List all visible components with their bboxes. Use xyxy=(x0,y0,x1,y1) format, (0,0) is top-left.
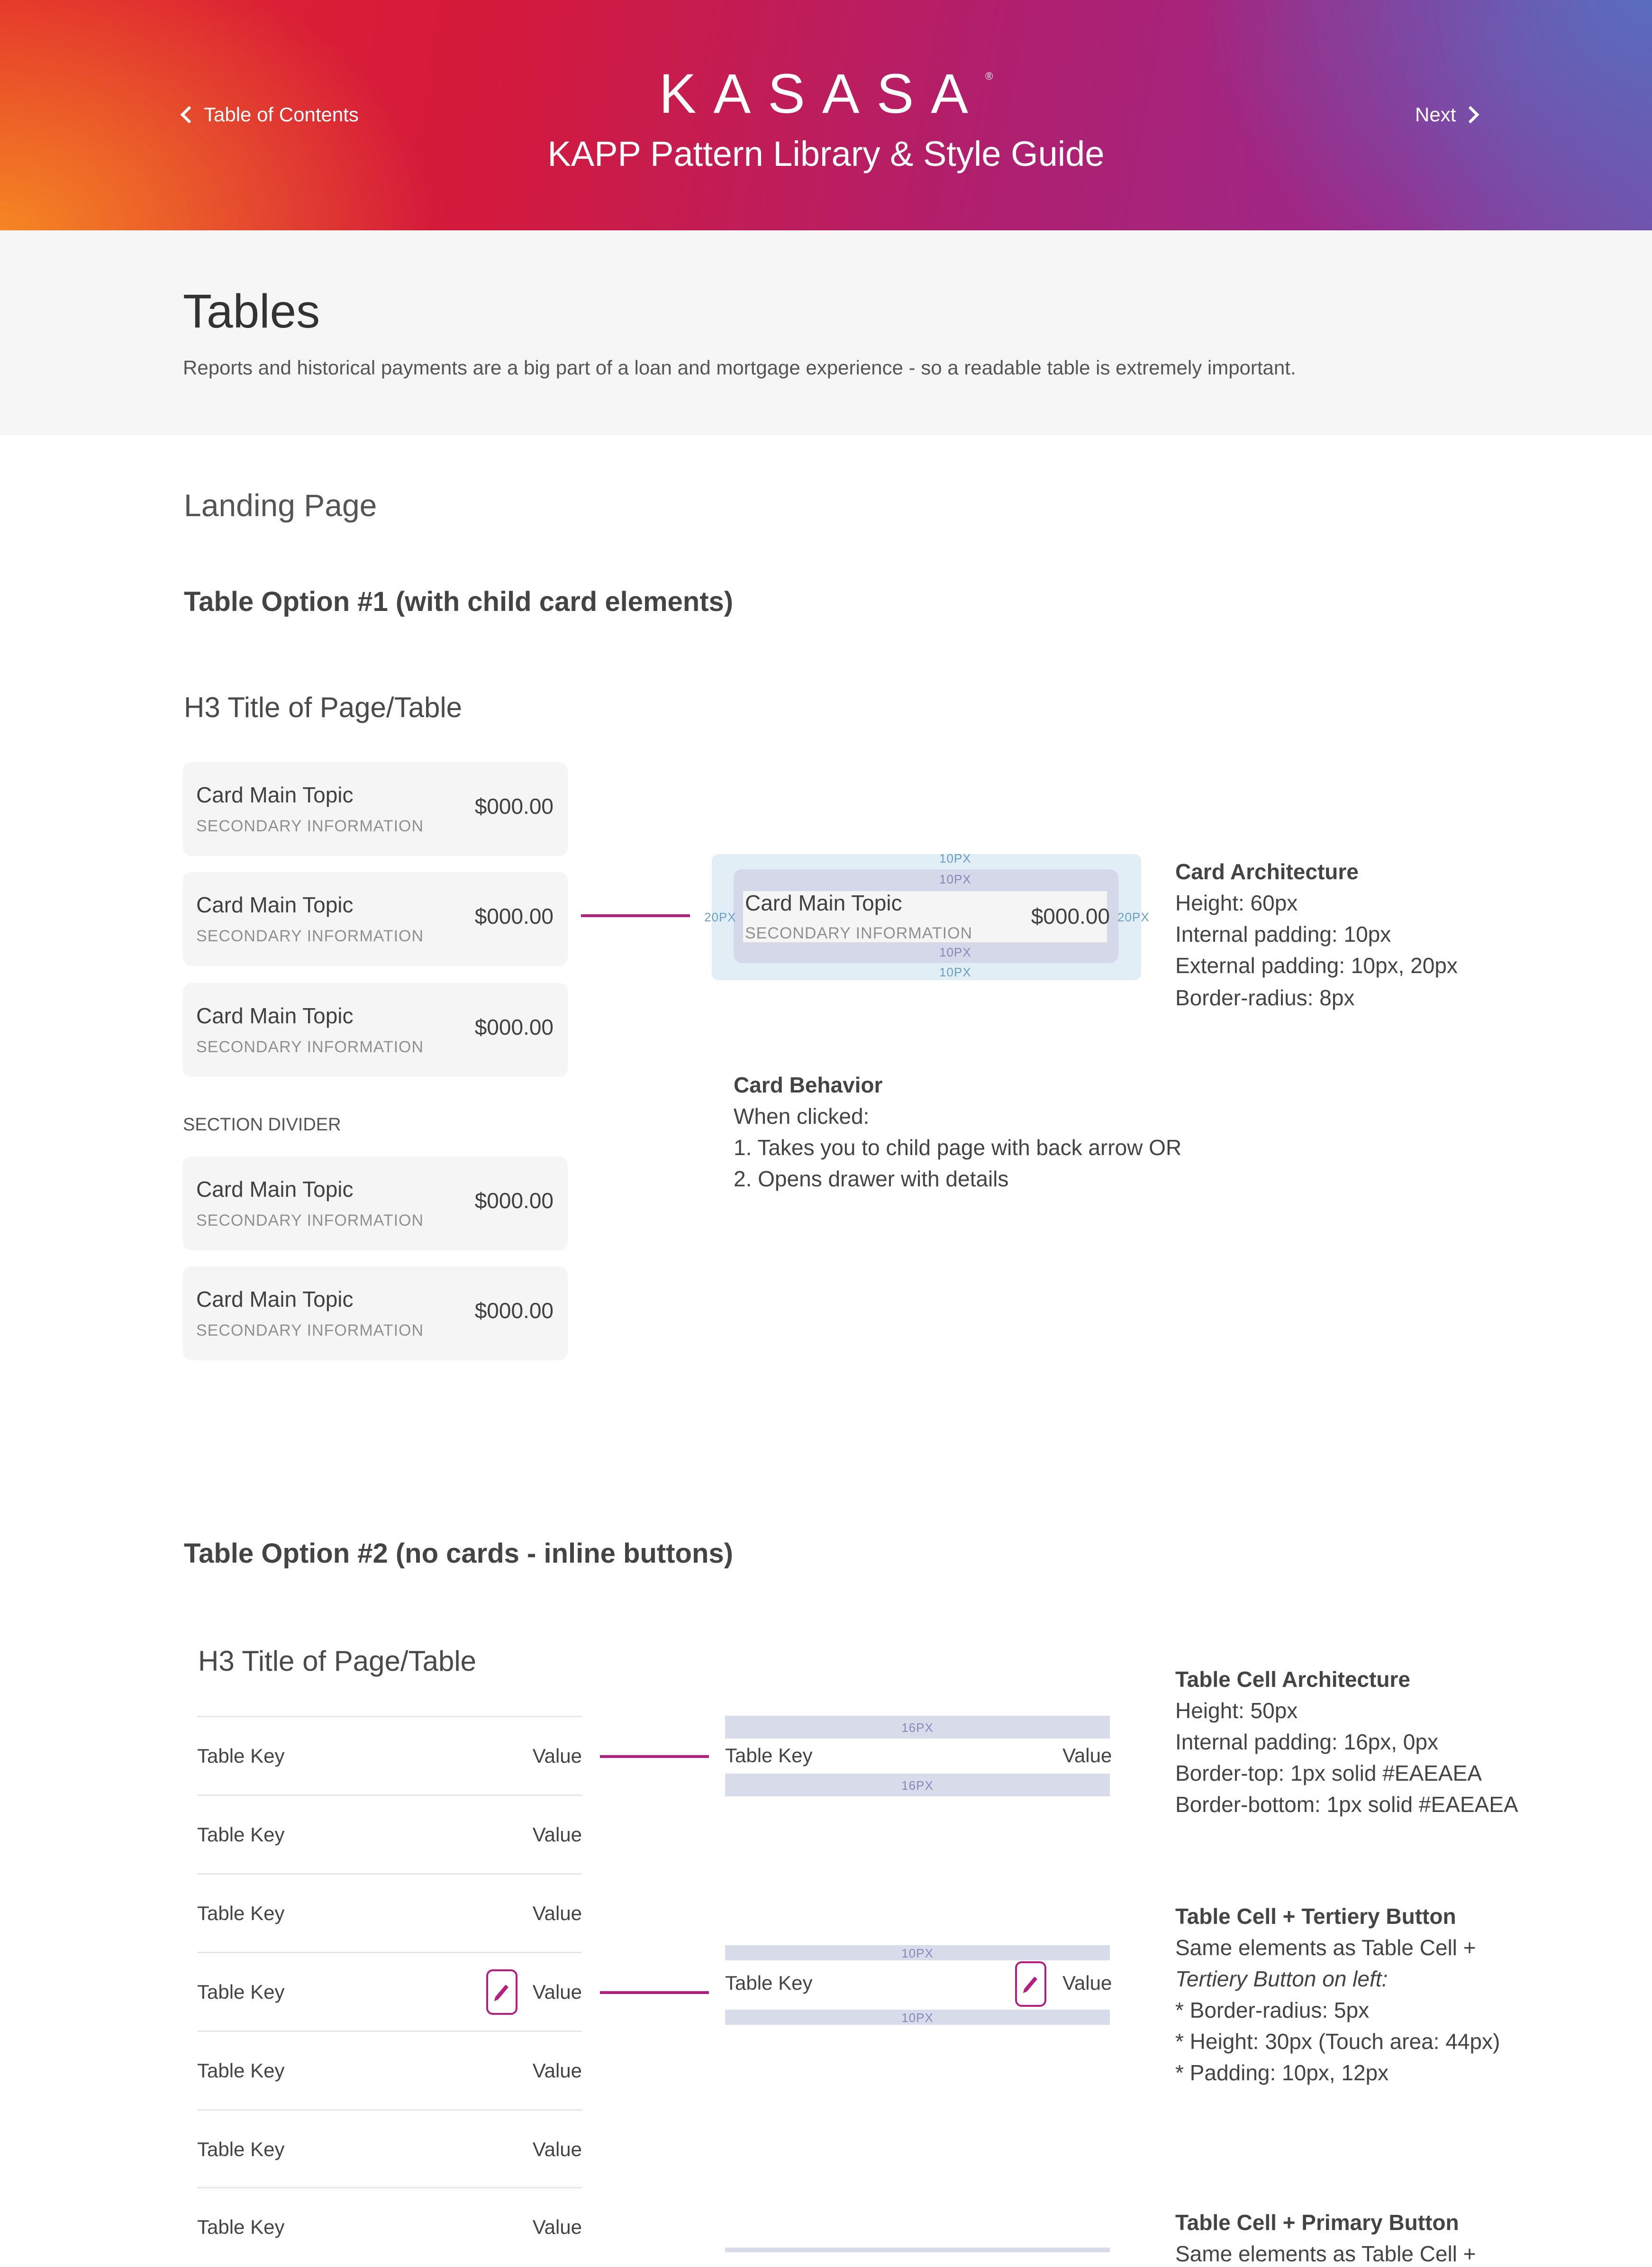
brand-logo: KASASA® xyxy=(659,63,993,125)
pencil-icon xyxy=(1024,1976,1037,1992)
spec-line: * Border-radius: 5px xyxy=(1175,1998,1370,2022)
card[interactable]: Card Main Topic SECONDARY INFORMATION $0… xyxy=(183,1266,568,1360)
external-padding-top-label: 10PX xyxy=(939,851,971,865)
connector-line xyxy=(581,914,690,917)
card-secondary: SECONDARY INFORMATION xyxy=(196,1038,424,1056)
internal-padding-bottom-label: 10PX xyxy=(939,945,971,959)
spec-line: When clicked: xyxy=(734,1104,870,1129)
diagram-table-value: Value xyxy=(1062,1972,1112,1994)
diagram-table-value: Value xyxy=(1062,1744,1112,1766)
table-value: Value xyxy=(532,1823,582,1846)
table-row[interactable]: Table Key Value xyxy=(197,2030,582,2111)
table-key: Table Key xyxy=(197,2138,285,2160)
spec-line: Height: 50px xyxy=(1175,1698,1298,1723)
card-secondary: SECONDARY INFORMATION xyxy=(745,924,973,942)
table-key: Table Key xyxy=(197,2216,285,2238)
spec-line: * Padding: 10px, 12px xyxy=(1175,2060,1389,2085)
table-key: Table Key xyxy=(197,2059,285,2082)
padding-band-top: 16PX xyxy=(725,1716,1110,1739)
spec-line: Border-bottom: 1px solid #EAEAEA xyxy=(1175,1792,1518,1817)
h3-title: H3 Title of Page/Table xyxy=(184,692,463,723)
card-topic: Card Main Topic xyxy=(745,891,902,915)
spec-line: Border-radius: 8px xyxy=(1175,985,1355,1010)
padding-band-bottom: 10PX xyxy=(725,2010,1110,2025)
card-topic: Card Main Topic xyxy=(196,783,354,807)
card-architecture-title: Card Architecture xyxy=(1175,859,1359,884)
table-option-2-heading: Table Option #2 (no cards - inline butto… xyxy=(184,1538,733,1569)
card-amount: $000.00 xyxy=(474,1298,554,1323)
spec-line: Tertiery Button on left: xyxy=(1175,1967,1388,1991)
card-topic: Card Main Topic xyxy=(196,1177,354,1202)
table-option-1-heading: Table Option #1 (with child card element… xyxy=(184,586,734,617)
diagram-table-key: Table Key xyxy=(725,1744,813,1766)
table-value: Value xyxy=(532,2138,582,2160)
table-row[interactable]: Table Key Value xyxy=(197,1794,582,1875)
table-row[interactable]: Table Key Value xyxy=(197,1873,582,1953)
internal-padding-top-label: 10PX xyxy=(939,872,971,886)
card-amount: $000.00 xyxy=(474,904,554,929)
table-row[interactable]: Table Key Value xyxy=(197,1716,582,1796)
card-secondary: SECONDARY INFORMATION xyxy=(196,1211,424,1229)
card[interactable]: Card Main Topic SECONDARY INFORMATION $0… xyxy=(183,762,568,856)
spec-line: Internal padding: 16px, 0px xyxy=(1175,1730,1438,1754)
card[interactable]: Card Main Topic SECONDARY INFORMATION $0… xyxy=(183,1156,568,1250)
h3-title: H3 Title of Page/Table xyxy=(198,1645,477,1677)
table-value: Value xyxy=(532,2059,582,2082)
header-subtitle: KAPP Pattern Library & Style Guide xyxy=(547,134,1105,173)
external-padding-right-label: 20PX xyxy=(1117,910,1150,924)
card-amount: $000.00 xyxy=(474,1015,554,1039)
section-divider: SECTION DIVIDER xyxy=(183,1115,341,1135)
table-value: Value xyxy=(532,2216,582,2238)
tertiary-button-title: Table Cell + Tertiery Button xyxy=(1175,1904,1456,1929)
card-amount: $000.00 xyxy=(474,794,554,819)
card-topic: Card Main Topic xyxy=(196,1287,354,1311)
padding-band-bottom: 16PX xyxy=(725,1774,1110,1796)
diagram-table-key: Table Key xyxy=(725,1972,813,1994)
spec-line: * Height: 30px (Touch area: 44px) xyxy=(1175,2029,1500,2054)
spec-line: Border-top: 1px solid #EAEAEA xyxy=(1175,1761,1482,1785)
card[interactable]: Card Main Topic SECONDARY INFORMATION $0… xyxy=(183,983,568,1077)
card-amount: $000.00 xyxy=(1031,904,1110,929)
table-row[interactable]: Table Key Value xyxy=(197,2187,582,2267)
spec-line: Internal padding: 10px xyxy=(1175,922,1391,947)
table-row[interactable]: Table Key Value xyxy=(197,2109,582,2189)
edit-button[interactable] xyxy=(486,1969,517,2015)
spec-line: 1. Takes you to child page with back arr… xyxy=(734,1135,1182,1160)
table-key: Table Key xyxy=(197,1981,285,2003)
external-padding-left-label: 20PX xyxy=(704,910,736,924)
padding-band-top: 10PX xyxy=(725,1945,1110,1960)
page-title: Tables xyxy=(183,285,320,338)
card[interactable]: Card Main Topic SECONDARY INFORMATION $0… xyxy=(183,872,568,966)
table-key: Table Key xyxy=(197,1902,285,1924)
card-amount: $000.00 xyxy=(474,1188,554,1213)
spec-line: External padding: 10px, 20px xyxy=(1175,953,1458,978)
table-row[interactable]: Table Key Value xyxy=(197,1952,582,2032)
table-key: Table Key xyxy=(197,1745,285,1767)
table-key: Table Key xyxy=(197,1823,285,1846)
connector-line xyxy=(600,1755,709,1758)
table-value: Value xyxy=(532,1902,582,1924)
card-topic: Card Main Topic xyxy=(196,1003,354,1028)
card-secondary: SECONDARY INFORMATION xyxy=(196,927,424,945)
card-content-area: Card Main Topic SECONDARY INFORMATION $0… xyxy=(743,891,1110,942)
card-behavior-title: Card Behavior xyxy=(734,1073,883,1097)
external-padding-bottom-label: 10PX xyxy=(939,965,971,979)
spec-line: Same elements as Table Cell + xyxy=(1175,1935,1476,1960)
edit-button[interactable] xyxy=(1015,1961,1046,2007)
table-value: Value xyxy=(532,1745,582,1767)
card-topic: Card Main Topic xyxy=(196,892,354,917)
connector-line xyxy=(600,1991,709,1994)
page-description: Reports and historical payments are a bi… xyxy=(183,356,1296,379)
landing-page-heading: Landing Page xyxy=(184,488,377,523)
card-secondary: SECONDARY INFORMATION xyxy=(196,1321,424,1339)
spec-line: Same elements as Table Cell + xyxy=(1175,2241,1476,2266)
table-cell-architecture-title: Table Cell Architecture xyxy=(1175,1667,1410,1692)
pencil-icon xyxy=(495,1985,508,2000)
card-secondary: SECONDARY INFORMATION xyxy=(196,817,424,835)
spec-line: 2. Opens drawer with details xyxy=(734,1166,1009,1191)
padding-band-top xyxy=(725,2248,1110,2252)
spec-line: Height: 60px xyxy=(1175,891,1298,915)
primary-button-title: Table Cell + Primary Button xyxy=(1175,2210,1459,2235)
table-value: Value xyxy=(532,1981,582,2003)
